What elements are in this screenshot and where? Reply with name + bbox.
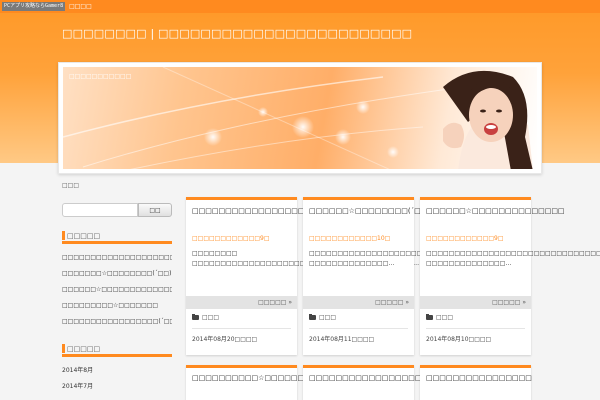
- post-title[interactable]: □□□□□□☆□□□□□□□□(´□□): [309, 206, 430, 217]
- archive-link[interactable]: 2014年7月: [62, 379, 172, 395]
- header-banner: □□□□□□□□□□□: [58, 62, 542, 174]
- post-date: 2014年08月11□□□□: [309, 336, 375, 343]
- recent-post-link[interactable]: □□□□□□☆□□□□□□□□□□□□□□: [62, 282, 172, 298]
- category-label[interactable]: □□□: [319, 314, 336, 321]
- post-card: □□□□□□☆□□□□□□□□□□□□□□ □□□□□□□□□□□□9□ □□□…: [420, 197, 600, 355]
- heading-marker-icon: [62, 231, 65, 240]
- recent-post-link[interactable]: □□□□□□□□□□□□□□□□□(´□□): [62, 314, 172, 330]
- banner-graphic: [63, 67, 533, 169]
- card-divider: [426, 328, 525, 329]
- site-title[interactable]: □□□□□□□□ | □□□□□□□□□□□□□□□□□□□□□□□□: [62, 27, 412, 40]
- post-category[interactable]: □□□: [192, 314, 219, 321]
- breadcrumb[interactable]: □□□: [62, 182, 79, 189]
- post-date: 2014年08月10□□□□: [426, 336, 492, 343]
- search-form: □□: [62, 203, 172, 217]
- post-title[interactable]: □□□□□□□□□□☆□□□□□□□: [192, 373, 311, 384]
- category-label[interactable]: □□□: [436, 314, 453, 321]
- archives-title: □□□□□: [62, 344, 172, 357]
- post-card: □□□□□□□□□□□□□□□□□(´□□): [303, 365, 444, 400]
- site-tagline: PCアプリ攻略ならGamer8: [2, 2, 66, 11]
- recent-post-link[interactable]: □□□□□□□□□□□□□□□□□□□□□□□□□□□(▽^*): [62, 250, 172, 266]
- card-divider: [192, 328, 291, 329]
- post-title[interactable]: □□□□□□☆□□□□□□□□□□□□□□: [426, 206, 565, 217]
- read-more-link[interactable]: □□□□□ »: [420, 296, 531, 309]
- top-bar: PCアプリ攻略ならGamer8 □□□□: [0, 0, 600, 13]
- post-comments[interactable]: □□□□□□□□□□□□10□: [309, 235, 390, 242]
- recent-posts-title: □□□□□: [62, 231, 172, 244]
- read-more-link[interactable]: □□□□□ »: [303, 296, 414, 309]
- banner-title: □□□□□□□□□□□: [69, 73, 132, 80]
- sidebar: □□ □□□□□ □□□□□□□□□□□□□□□□□□□□□□□□□□□(▽^*…: [62, 203, 172, 395]
- recent-posts-heading: □□□□□: [67, 232, 101, 240]
- card-divider: [309, 328, 408, 329]
- post-card: □□□□□□□□□□□□□□□□□□□□□□□□□□□(▽^*) □□□□□□□…: [186, 197, 419, 355]
- recent-post-link[interactable]: □□□□□□□□□☆□□□□□□□: [62, 298, 172, 314]
- post-category[interactable]: □□□: [309, 314, 336, 321]
- category-label[interactable]: □□□: [202, 314, 219, 321]
- top-link[interactable]: □□□□: [69, 3, 92, 10]
- post-category[interactable]: □□□: [426, 314, 453, 321]
- woman-illustration: [443, 71, 533, 169]
- post-excerpt: □□□□□□□□□□□□□□□□□□□□□□□□□□□□□□□□□ □□□□□□…: [426, 250, 600, 267]
- post-title[interactable]: □□□□□□□□□□□□□□□□□□□□□□□□□□□(▽^*): [192, 206, 391, 217]
- post-card: □□□□□□□□□□□□□□□□: [420, 365, 532, 400]
- archive-link[interactable]: 2014年8月: [62, 363, 172, 379]
- post-excerpt: □□□□□□□□□□□□□□□□□□□□□□□□□□□□□□□□□ □□□□□□…: [309, 250, 497, 267]
- heading-marker-icon: [62, 344, 65, 353]
- recent-post-link[interactable]: □□□□□□□☆□□□□□□□□(´□□): [62, 266, 172, 282]
- archives-heading: □□□□□: [67, 345, 101, 353]
- search-button[interactable]: □□: [138, 203, 172, 217]
- post-date: 2014年08月20□□□□: [192, 336, 258, 343]
- recent-posts-list: □□□□□□□□□□□□□□□□□□□□□□□□□□□(▽^*) □□□□□□□…: [62, 250, 172, 330]
- post-title[interactable]: □□□□□□□□□□□□□□□□: [426, 373, 532, 384]
- post-excerpt: □□□□□□□□ □□□□□□□□□□□□□□□□□□□□□□□□□□□□□□□…: [192, 250, 419, 267]
- post-card: □□□□□□☆□□□□□□□□(´□□) □□□□□□□□□□□□10□ □□□…: [303, 197, 497, 355]
- read-more-link[interactable]: □□□□□ »: [186, 296, 297, 309]
- search-input[interactable]: [62, 203, 138, 217]
- post-card: □□□□□□□□□□☆□□□□□□□: [186, 365, 311, 400]
- folder-icon: [192, 314, 199, 320]
- folder-icon: [426, 314, 433, 320]
- post-comments[interactable]: □□□□□□□□□□□□9□: [192, 235, 270, 242]
- post-title[interactable]: □□□□□□□□□□□□□□□□□(´□□): [309, 373, 444, 384]
- folder-icon: [309, 314, 316, 320]
- archives-list: 2014年8月 2014年7月: [62, 363, 172, 395]
- banner-image: □□□□□□□□□□□: [63, 67, 537, 169]
- post-comments[interactable]: □□□□□□□□□□□□9□: [426, 235, 504, 242]
